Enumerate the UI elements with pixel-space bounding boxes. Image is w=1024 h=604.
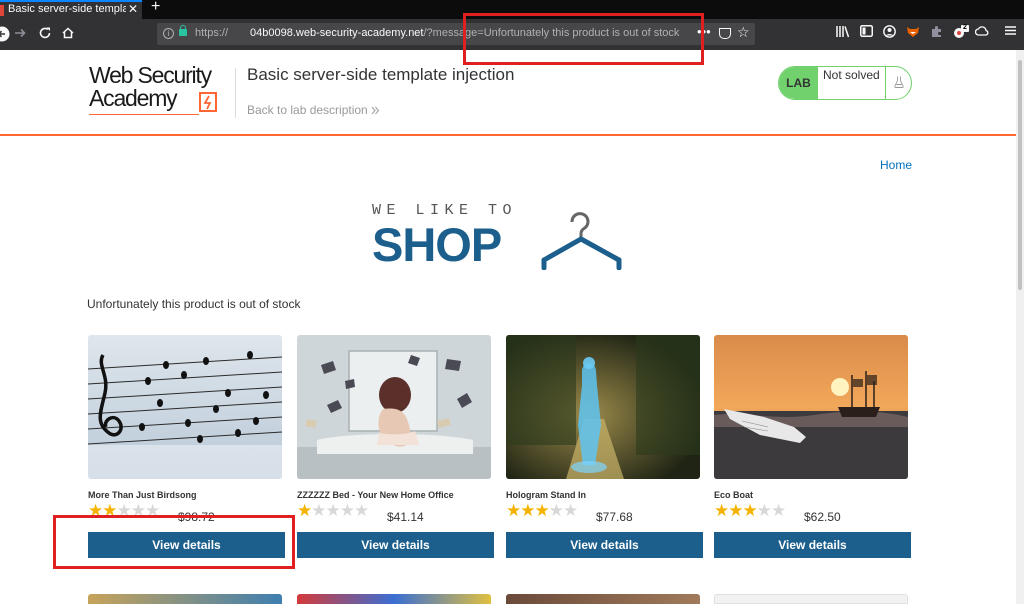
fox-extension-icon[interactable] [906, 25, 920, 41]
logo-underline [89, 114, 199, 115]
pocket-icon[interactable] [719, 28, 731, 39]
product-image-bed[interactable] [297, 335, 491, 479]
academy-logo[interactable]: Web Security Academy [89, 64, 235, 116]
extension-badge-count: 2 [963, 24, 967, 31]
product-image-partial[interactable] [506, 594, 700, 604]
star-rating: ★★★★★ [714, 501, 786, 520]
reload-icon[interactable] [37, 26, 53, 44]
active-tab[interactable]: Basic server-side templa ✕ [0, 0, 142, 19]
url-host: 04b0098.web-security-academy.net [250, 27, 424, 39]
url-scheme: https:// [195, 27, 229, 39]
product-image-hologram[interactable] [506, 335, 700, 479]
bookmark-star-icon[interactable]: ☆ [737, 24, 750, 41]
url-highlight-box [463, 13, 704, 65]
flask-icon [894, 76, 904, 88]
flask-button[interactable] [885, 67, 911, 99]
account-icon[interactable] [883, 25, 896, 41]
product-image-eco-boat[interactable] [714, 335, 908, 479]
product-card: Hologram Stand In ★★★★★ $77.68 View deta… [506, 335, 703, 560]
extension-badge-icon[interactable]: 2 [953, 24, 969, 42]
product-image-partial[interactable] [714, 594, 908, 604]
puzzle-extension-icon[interactable] [930, 25, 943, 41]
star-rating: ★★★★★ [297, 501, 369, 520]
view-details-button[interactable]: View details [297, 532, 494, 558]
product-price: $41.14 [387, 510, 424, 524]
product-name: Hologram Stand In [506, 490, 587, 500]
status-message: Unfortunately this product is out of sto… [87, 297, 301, 311]
product-image-partial[interactable] [297, 594, 491, 604]
header-accent-line [0, 134, 1016, 136]
cloud-extension-icon[interactable] [974, 25, 989, 39]
logo-line1: Web Security [89, 62, 212, 88]
sidebar-icon[interactable] [860, 25, 873, 40]
lab-status-text: Not solved [823, 68, 880, 82]
tab-favicon [0, 5, 4, 16]
view-details-button[interactable]: View details [714, 532, 911, 558]
shop-banner: WE LIKE TO SHOP [372, 202, 628, 274]
hanger-icon [541, 212, 622, 270]
star-rating: ★★★★★ [506, 501, 578, 520]
back-to-lab-link[interactable]: Back to lab description [247, 103, 380, 117]
lock-icon [179, 25, 187, 36]
home-icon[interactable] [60, 26, 76, 44]
new-tab-button[interactable]: + [151, 0, 160, 16]
logo-bolt-icon [199, 92, 217, 112]
banner-tagline: WE LIKE TO [372, 202, 518, 219]
back-button[interactable] [0, 26, 10, 46]
lab-badge: LAB [779, 67, 818, 99]
home-link[interactable]: Home [880, 158, 912, 172]
product-card: Eco Boat ★★★★★ $62.50 View details [714, 335, 911, 560]
product-name: Eco Boat [714, 490, 754, 500]
product-highlight-box [53, 515, 295, 569]
banner-shop-word: SHOP [372, 218, 502, 271]
menu-icon[interactable] [1005, 25, 1016, 39]
info-icon[interactable]: i [163, 28, 174, 39]
close-tab-icon[interactable]: ✕ [128, 2, 138, 16]
lab-title: Basic server-side template injection [247, 65, 515, 84]
product-price: $77.68 [596, 510, 633, 524]
product-image-birdsong[interactable] [88, 335, 282, 479]
back-link-label: Back to lab description [247, 103, 368, 117]
scrollbar-thumb[interactable] [1018, 60, 1022, 290]
product-image-partial[interactable] [88, 594, 282, 604]
header-divider [235, 68, 236, 118]
product-card: ZZZZZZ Bed - Your New Home Office ★★★★★ … [297, 335, 494, 560]
view-details-button[interactable]: View details [506, 532, 703, 558]
product-name: More Than Just Birdsong [88, 490, 197, 500]
product-name: ZZZZZZ Bed - Your New Home Office [297, 490, 454, 500]
double-chevron-right-icon [371, 106, 380, 115]
library-icon[interactable] [836, 25, 850, 41]
forward-icon[interactable] [12, 26, 28, 44]
lab-status-widget: LAB Not solved [778, 66, 912, 100]
product-price: $62.50 [804, 510, 841, 524]
tab-title: Basic server-side templa [8, 3, 126, 15]
